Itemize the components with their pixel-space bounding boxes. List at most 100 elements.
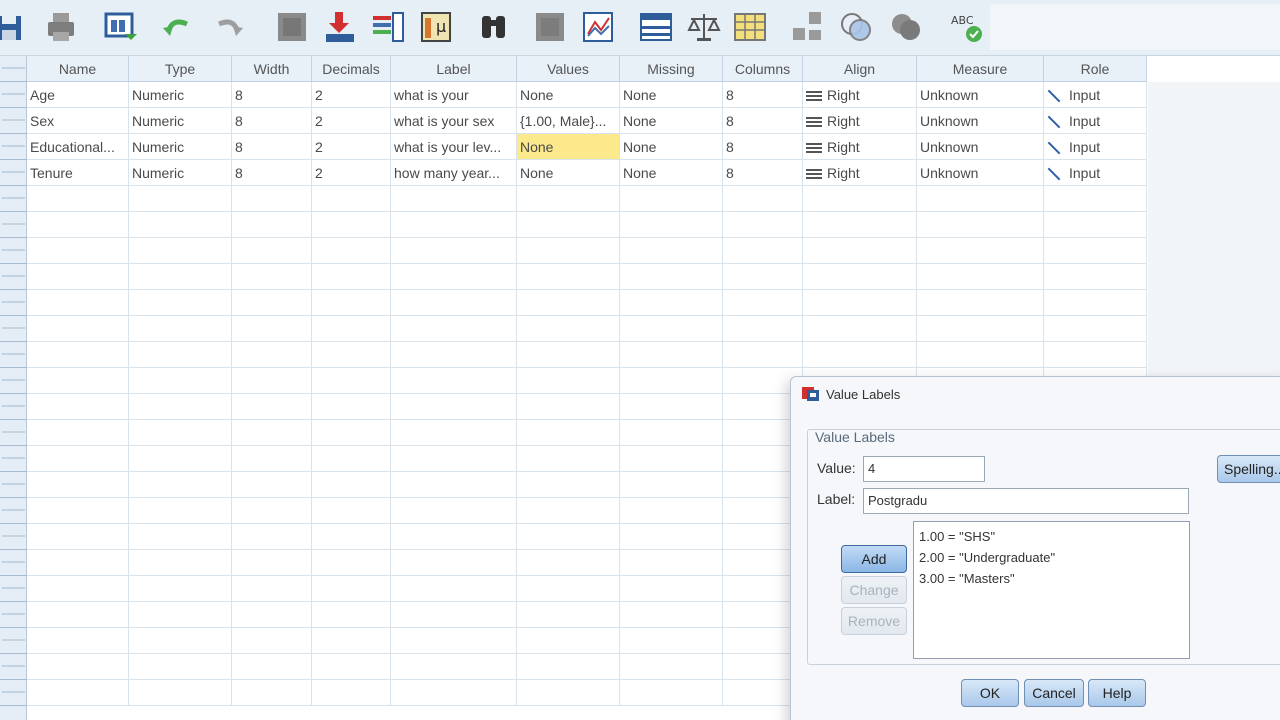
grid-cell[interactable] [1044,264,1147,290]
row-header[interactable] [0,498,27,524]
grid-cell[interactable] [129,472,232,498]
grid-cell[interactable] [391,316,517,342]
grid-cell[interactable] [129,212,232,238]
grid-cell[interactable] [391,550,517,576]
row-header[interactable] [0,394,27,420]
label-input[interactable]: Postgradu [863,488,1189,514]
grid-cell[interactable]: 8 [232,160,312,186]
grid-cell[interactable] [517,446,620,472]
grid-cell[interactable] [129,394,232,420]
grid-cell[interactable] [1044,316,1147,342]
grid-cell[interactable] [391,420,517,446]
grid-cell[interactable] [312,446,391,472]
grid-cell[interactable] [620,316,723,342]
grid-cell[interactable]: None [517,160,620,186]
grid-cell[interactable] [620,238,723,264]
grid-cell[interactable] [517,264,620,290]
grid-cell[interactable] [232,446,312,472]
column-header-measure[interactable]: Measure [917,56,1044,82]
grid-cell[interactable] [312,498,391,524]
show-all-variables-icon[interactable] [888,8,924,46]
grid-cell[interactable] [312,290,391,316]
row-header[interactable] [0,680,27,706]
weight-cases-icon[interactable] [686,8,722,46]
row-header[interactable] [0,160,27,186]
grid-cell[interactable] [917,238,1044,264]
grid-cell[interactable] [129,524,232,550]
grid-cell[interactable]: None [620,160,723,186]
grid-cell[interactable] [391,342,517,368]
split-file-icon[interactable] [638,8,674,46]
grid-cell[interactable] [917,212,1044,238]
insert-variable-icon[interactable] [580,8,616,46]
grid-cell[interactable]: None [620,82,723,108]
grid-cell[interactable]: {1.00, Male}... [517,108,620,134]
column-header-missing[interactable]: Missing [620,56,723,82]
ok-button[interactable]: OK [961,679,1019,707]
grid-cell[interactable]: Unknown [917,82,1044,108]
grid-cell[interactable] [232,212,312,238]
grid-cell[interactable] [312,420,391,446]
grid-cell[interactable] [391,290,517,316]
grid-cell[interactable] [232,498,312,524]
grid-cell[interactable]: Unknown [917,108,1044,134]
grid-cell[interactable] [917,316,1044,342]
grid-cell[interactable] [391,264,517,290]
grid-cell[interactable] [312,550,391,576]
grid-cell[interactable] [129,446,232,472]
grid-cell[interactable]: Input [1044,134,1147,160]
grid-cell[interactable] [27,524,129,550]
grid-cell[interactable] [27,550,129,576]
grid-cell[interactable] [232,264,312,290]
grid-cell[interactable] [1044,186,1147,212]
grid-cell[interactable] [129,238,232,264]
grid-cell[interactable]: Numeric [129,134,232,160]
grid-cell[interactable] [27,212,129,238]
row-header[interactable] [0,82,27,108]
row-header[interactable] [0,446,27,472]
grid-cell[interactable] [391,186,517,212]
grid-cell[interactable] [723,342,803,368]
column-header-role[interactable]: Role [1044,56,1147,82]
grid-cell[interactable] [620,394,723,420]
grid-cell[interactable]: Input [1044,160,1147,186]
grid-cell[interactable]: Unknown [917,160,1044,186]
grid-cell[interactable] [232,290,312,316]
grid-cell[interactable] [723,186,803,212]
grid-cell[interactable]: 8 [232,134,312,160]
grid-cell[interactable] [723,238,803,264]
grid-cell[interactable] [517,316,620,342]
row-header[interactable] [0,186,27,212]
grid-cell[interactable] [1044,290,1147,316]
grid-cell[interactable]: what is your sex [391,108,517,134]
grid-cell[interactable] [620,628,723,654]
grid-cell[interactable] [391,472,517,498]
grid-cell[interactable] [129,264,232,290]
grid-cell[interactable] [620,446,723,472]
grid-cell[interactable] [1044,212,1147,238]
grid-cell[interactable]: 2 [312,160,391,186]
column-header-values[interactable]: Values [517,56,620,82]
value-input[interactable]: 4 [863,456,985,482]
column-header-columns[interactable]: Columns [723,56,803,82]
grid-cell[interactable]: Sex [27,108,129,134]
grid-cell[interactable] [232,316,312,342]
grid-cell[interactable] [391,680,517,706]
value-labels-icon[interactable] [790,8,826,46]
grid-cell[interactable] [232,524,312,550]
grid-cell[interactable] [517,524,620,550]
grid-cell[interactable] [27,472,129,498]
grid-cell[interactable] [391,212,517,238]
grid-cell[interactable] [620,524,723,550]
grid-cell[interactable] [27,264,129,290]
grid-cell[interactable] [312,264,391,290]
run-descriptives-icon[interactable]: μ [418,8,454,46]
find-icon[interactable] [476,8,512,46]
grid-cell[interactable] [620,342,723,368]
grid-cell[interactable]: Unknown [917,134,1044,160]
grid-cell[interactable] [232,368,312,394]
grid-cell[interactable] [27,342,129,368]
grid-cell[interactable] [620,576,723,602]
grid-cell[interactable]: what is your [391,82,517,108]
grid-cell[interactable] [312,628,391,654]
